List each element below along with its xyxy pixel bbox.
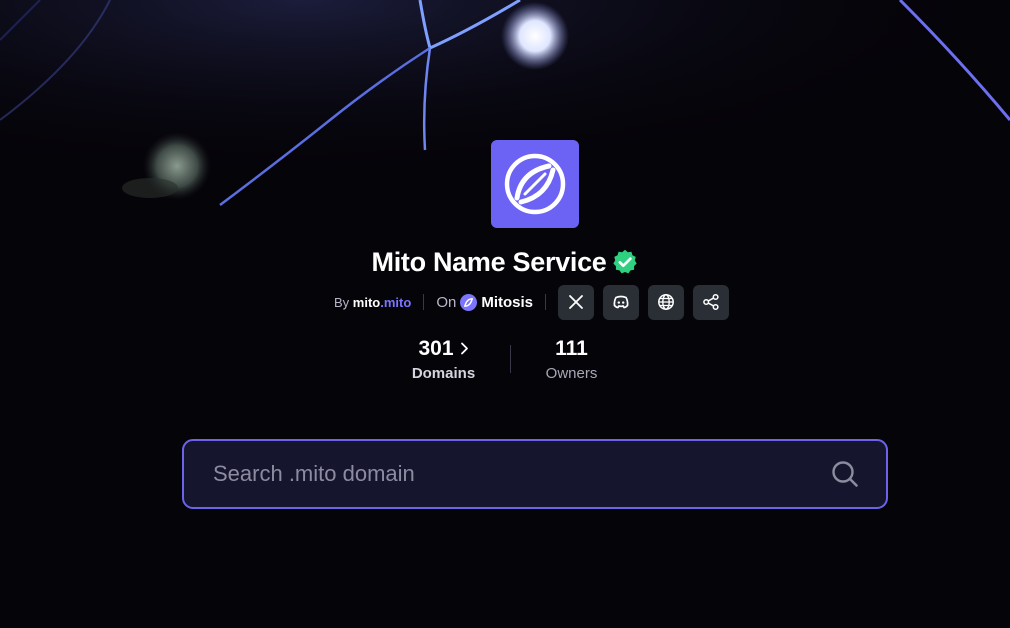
collection-stats: 301 Domains 111 Owners (0, 334, 1010, 384)
creator-info: By mito.mito (334, 295, 411, 310)
chevron-right-icon (460, 342, 468, 355)
owners-stat: 111 Owners (537, 337, 607, 382)
share-icon (703, 293, 719, 311)
x-button[interactable] (558, 284, 595, 320)
mitosis-chain-icon (460, 293, 478, 311)
social-links (558, 284, 730, 320)
title-row: Mito Name Service (0, 242, 1010, 282)
x-icon (569, 295, 583, 309)
search-input[interactable] (211, 460, 830, 488)
chain-name[interactable]: Mitosis (481, 294, 533, 311)
domains-label: Domains (411, 364, 476, 382)
owners-label: Owners (545, 364, 598, 382)
divider (423, 294, 425, 310)
domains-count: 301 (418, 337, 468, 361)
domains-stat[interactable]: 301 Domains (404, 337, 484, 382)
website-button[interactable] (648, 284, 685, 320)
domains-value: 301 (418, 336, 454, 360)
chain-info: On Mitosis (436, 293, 533, 311)
divider (545, 294, 547, 310)
creator-link[interactable]: mito (353, 295, 380, 310)
on-label: On (436, 293, 457, 311)
stats-divider (509, 345, 511, 373)
globe-icon (658, 294, 674, 310)
search-icon[interactable] (830, 459, 860, 489)
creator-tld[interactable]: .mito (380, 295, 411, 310)
by-label: By (334, 294, 350, 310)
discord-button[interactable] (603, 284, 640, 320)
collection-logo (491, 140, 579, 228)
owners-value: 111 (555, 336, 588, 360)
collection-page: Mito Name Service By mito.mito On Mitosi… (0, 0, 1010, 628)
mito-logo-icon (504, 153, 566, 215)
discord-icon (613, 295, 629, 309)
search-bar (182, 439, 888, 509)
verified-badge-icon (612, 249, 637, 274)
page-title: Mito Name Service (371, 246, 607, 277)
share-button[interactable] (693, 284, 730, 320)
meta-row: By mito.mito On Mitosis (334, 284, 730, 320)
